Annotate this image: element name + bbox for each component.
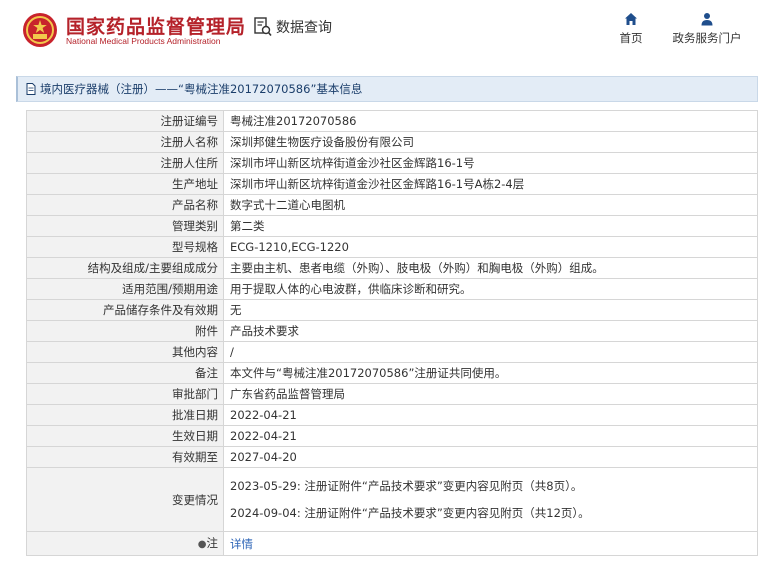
field-value: 无: [223, 299, 758, 321]
site-title-en: National Medical Products Administration: [66, 36, 221, 46]
field-value: 用于提取人体的心电波群，供临床诊断和研究。: [223, 278, 758, 300]
page-title-bar: 境内医疗器械（注册）——“粤械注准20172070586”基本信息: [16, 76, 758, 102]
note-value-cell: 详情: [223, 531, 758, 556]
field-value: 深圳市坪山新区坑梓街道金沙社区金辉路16-1号A栋2-4层: [223, 173, 758, 195]
field-value: 粤械注准20172070586: [223, 110, 758, 132]
note-label-cell: ●注: [26, 531, 224, 556]
table-row: 结构及组成/主要组成成分 主要由主机、患者电缆（外购）、肢电极（外购）和胸电极（外…: [26, 257, 758, 279]
field-value: 数字式十二道心电图机: [223, 194, 758, 216]
table-row: 注册证编号 粤械注准20172070586: [26, 110, 758, 132]
field-label: 型号规格: [26, 236, 224, 258]
field-label: 批准日期: [26, 404, 224, 426]
field-value: 本文件与“粤械注准20172070586”注册证共同使用。: [223, 362, 758, 384]
table-row: 生效日期 2022-04-21: [26, 425, 758, 447]
table-row: 附件 产品技术要求: [26, 320, 758, 342]
field-label: 附件: [26, 320, 224, 342]
field-value: 主要由主机、患者电缆（外购）、肢电极（外购）和胸电极（外购）组成。: [223, 257, 758, 279]
field-label: 产品名称: [26, 194, 224, 216]
field-label: 注册人名称: [26, 131, 224, 153]
table-row: 生产地址 深圳市坪山新区坑梓街道金沙社区金辉路16-1号A栋2-4层: [26, 173, 758, 195]
field-label: 生产地址: [26, 173, 224, 195]
change-item: 2023-05-29: 注册证附件“产品技术要求”变更内容见附页（共8页）。: [230, 479, 583, 493]
field-value: 2027-04-20: [223, 446, 758, 468]
table-row: 其他内容 /: [26, 341, 758, 363]
field-value: 广东省药品监督管理局: [223, 383, 758, 405]
field-value: 2022-04-21: [223, 425, 758, 447]
page-title: 境内医疗器械（注册）——“粤械注准20172070586”基本信息: [40, 82, 363, 96]
document-icon: [26, 83, 36, 95]
field-label: 适用范围/预期用途: [26, 278, 224, 300]
nav-service-portal-link[interactable]: 政务服务门户: [668, 12, 746, 46]
note-label: 注: [206, 535, 219, 550]
field-value: /: [223, 341, 758, 363]
data-query-label: 数据查询: [276, 20, 332, 36]
table-row: 型号规格 ECG-1210,ECG-1220: [26, 236, 758, 258]
site-header: 国家药品监督管理局 National Medical Products Admi…: [0, 0, 758, 62]
details-link[interactable]: 详情: [230, 537, 253, 551]
field-label: 管理类别: [26, 215, 224, 237]
field-label: 注册证编号: [26, 110, 224, 132]
field-label: 产品储存条件及有效期: [26, 299, 224, 321]
nav-home-label: 首页: [619, 31, 643, 45]
field-value: 产品技术要求: [223, 320, 758, 342]
table-row-changes: 变更情况 2023-05-29: 注册证附件“产品技术要求”变更内容见附页（共8…: [26, 467, 758, 532]
national-emblem-icon: [23, 13, 57, 47]
field-label: 变更情况: [26, 467, 224, 532]
field-label: 结构及组成/主要组成成分: [26, 257, 224, 279]
table-row: 审批部门 广东省药品监督管理局: [26, 383, 758, 405]
field-label: 备注: [26, 362, 224, 384]
field-value: 深圳市坪山新区坑梓街道金沙社区金辉路16-1号: [223, 152, 758, 174]
detail-table-wrapper: 注册证编号 粤械注准20172070586 注册人名称 深圳邦健生物医疗设备股份有限…: [26, 110, 758, 556]
search-document-icon: [254, 17, 272, 37]
user-icon: [701, 13, 713, 26]
main-content: 境内医疗器械（注册）——“粤械注准20172070586”基本信息 注册证编号粤…: [16, 76, 758, 556]
field-label: 有效期至: [26, 446, 224, 468]
table-row: 注册人名称 深圳邦健生物医疗设备股份有限公司: [26, 131, 758, 153]
table-row: 管理类别 第二类: [26, 215, 758, 237]
changes-list: 2023-05-29: 注册证附件“产品技术要求”变更内容见附页（共8页）。 2…: [223, 467, 758, 532]
field-value: 2022-04-21: [223, 404, 758, 426]
field-value: 第二类: [223, 215, 758, 237]
detail-table: 注册证编号 粤械注准20172070586 注册人名称 深圳邦健生物医疗设备股份有限…: [26, 110, 758, 556]
home-icon: [625, 13, 637, 25]
table-row: 产品储存条件及有效期无: [26, 299, 758, 321]
nav-home-link[interactable]: 首页: [616, 12, 646, 46]
table-row: 产品名称 数字式十二道心电图机: [26, 194, 758, 216]
site-title-cn: 国家药品监督管理局: [66, 16, 247, 38]
table-row: 注册人住所 深圳市坪山新区坑梓街道金沙社区金辉路16-1号: [26, 152, 758, 174]
data-query-link[interactable]: 数据查询: [254, 17, 332, 37]
field-value: ECG-1210,ECG-1220: [223, 236, 758, 258]
field-value: 深圳邦健生物医疗设备股份有限公司: [223, 131, 758, 153]
nav-service-portal-label: 政务服务门户: [672, 31, 742, 45]
table-row: 批准日期 2022-04-21: [26, 404, 758, 426]
table-row: 适用范围/预期用途 用于提取人体的心电波群，供临床诊断和研究。: [26, 278, 758, 300]
field-label: 审批部门: [26, 383, 224, 405]
table-row: 有效期至 2027-04-20: [26, 446, 758, 468]
table-row-note: ●注 详情: [26, 531, 758, 556]
field-label: 其他内容: [26, 341, 224, 363]
lightbulb-icon: ●: [197, 538, 207, 550]
change-item: 2024-09-04: 注册证附件“产品技术要求”变更内容见附页（共12页）。: [230, 506, 590, 520]
table-row: 备注 本文件与“粤械注准20172070586”注册证共同使用。: [26, 362, 758, 384]
field-label: 生效日期: [26, 425, 224, 447]
field-label: 注册人住所: [26, 152, 224, 174]
